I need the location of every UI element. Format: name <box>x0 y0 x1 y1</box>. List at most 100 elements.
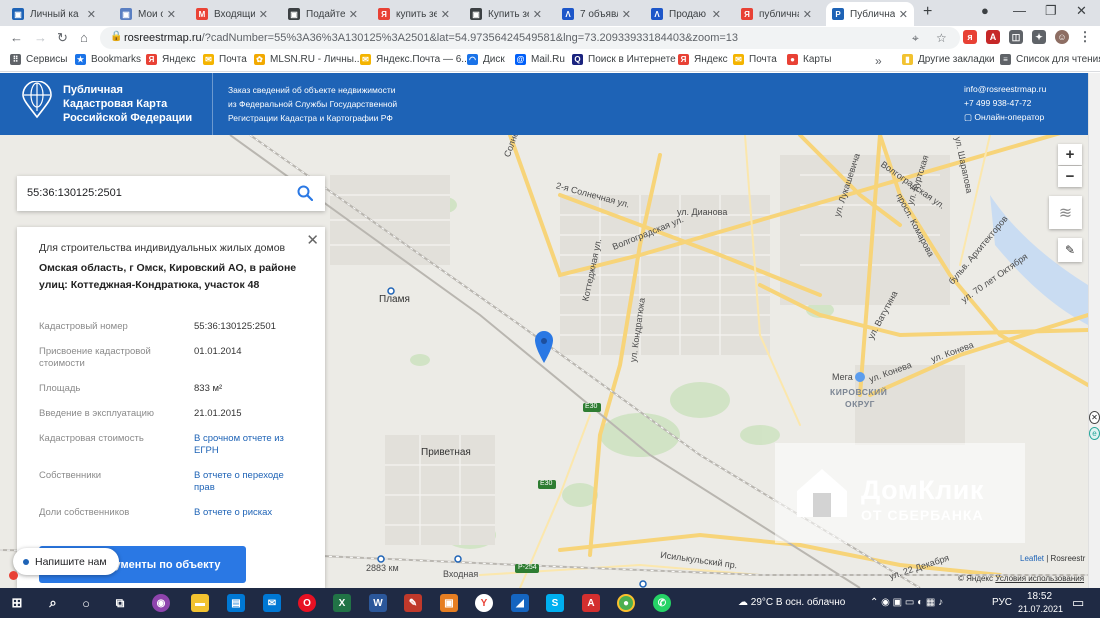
tab-close-icon[interactable]: ✕ <box>533 8 542 21</box>
bookmarks-overflow-icon[interactable]: » <box>875 54 882 68</box>
tray-icons[interactable]: ⌃ ◉ ▣ ▭ ◐ ▦ ♪ <box>870 597 943 608</box>
chat-button[interactable]: Напишите нам <box>13 548 119 575</box>
reload-icon[interactable]: ↻ <box>57 30 68 46</box>
chrome-icon[interactable]: ● <box>617 594 635 612</box>
tab-close-icon[interactable]: ✕ <box>349 8 358 21</box>
browser-tab[interactable]: ▣ Подайте об ✕ <box>282 2 364 26</box>
tab-close-icon[interactable]: ✕ <box>441 8 450 21</box>
browser-tab[interactable]: ▣ Купить зем ✕ <box>464 2 548 26</box>
widget-icon[interactable]: e <box>1089 427 1100 440</box>
phone-link[interactable]: +7 499 938-47-72 <box>964 96 1046 110</box>
ruler-icon[interactable]: ✎ <box>1058 238 1082 262</box>
app-icon[interactable]: ▣ <box>440 594 458 612</box>
avatar[interactable]: ☺ <box>1055 30 1069 44</box>
cortana-icon[interactable]: ○ <box>77 594 95 612</box>
profile-menu-icon[interactable]: ● <box>981 3 989 18</box>
browser-tab[interactable]: M Входящие ✕ <box>190 2 274 26</box>
app-icon[interactable]: ✎ <box>404 594 422 612</box>
cadastral-value-link[interactable]: В срочном отчете из ЕГРН <box>194 433 289 457</box>
bookmark-item[interactable]: Q Поиск в Интернете <box>572 54 676 65</box>
maximize-button[interactable]: ❐ <box>1045 3 1057 19</box>
opera-icon[interactable]: O <box>298 594 316 612</box>
email-link[interactable]: info@rosreestrmap.ru <box>964 82 1046 96</box>
tab-close-icon[interactable]: ✕ <box>259 8 268 21</box>
online-operator-link[interactable]: ▢ Онлайн-оператор <box>964 110 1046 124</box>
notifications-icon[interactable]: ▭ <box>1072 595 1084 611</box>
clock-date[interactable]: 21.07.2021 <box>1018 604 1063 614</box>
owner-shares-link[interactable]: В отчете о рисках <box>194 507 314 519</box>
search-icon[interactable]: ⌕ <box>44 594 62 612</box>
bookmark-star-icon[interactable]: ☆ <box>936 31 947 45</box>
word-icon[interactable]: W <box>369 594 387 612</box>
weather-widget[interactable]: ☁ 29°C В осн. облачно <box>738 597 845 608</box>
browser-tab[interactable]: Якупить зем ✕ <box>372 2 456 26</box>
browser-tab[interactable]: Λ Продаю уч ✕ <box>645 2 727 26</box>
browser-tab[interactable]: ▣ Мои объек ✕ <box>114 2 182 26</box>
clock-time[interactable]: 18:52 <box>1027 591 1052 602</box>
file-explorer-icon[interactable]: ▬ <box>191 594 209 612</box>
windows-start-icon[interactable]: ⊞ <box>8 594 26 612</box>
bookmark-item[interactable]: Я Яндекс <box>678 54 728 65</box>
store-icon[interactable]: ▤ <box>227 594 245 612</box>
layers-icon[interactable]: ≋ <box>1049 196 1082 229</box>
browser-tab[interactable]: Λ 7 объявлен ✕ <box>556 2 637 26</box>
close-widget-icon[interactable]: ✕ <box>1089 411 1100 424</box>
tab-close-icon[interactable]: ✕ <box>712 8 721 21</box>
yandex-browser-icon[interactable]: Y <box>475 594 493 612</box>
extensions-puzzle-icon[interactable]: ✦ <box>1032 30 1046 44</box>
back-icon[interactable]: ← <box>10 30 23 45</box>
close-icon[interactable]: ✕ <box>306 231 319 249</box>
forward-icon[interactable]: → <box>34 30 47 45</box>
bookmark-item[interactable]: Я Яндекс <box>146 54 196 65</box>
pdf-extension-icon[interactable]: A <box>986 30 1000 44</box>
bookmark-item[interactable]: ◠ Диск <box>467 54 505 65</box>
bookmark-item[interactable]: ✉ Яндекс.Почта — 6... <box>360 54 470 65</box>
new-tab-button[interactable]: + <box>923 3 932 21</box>
minimize-button[interactable]: — <box>1013 3 1026 18</box>
url-text[interactable]: rosreestrmap.ru/?cadNumber=55%3A36%3A130… <box>124 32 738 44</box>
zoom-out-button[interactable]: − <box>1058 166 1082 187</box>
tab-close-icon[interactable]: ✕ <box>87 8 96 21</box>
globe-logo-icon[interactable] <box>22 81 52 119</box>
owners-link[interactable]: В отчете о переходе прав <box>194 470 289 494</box>
bookmark-item[interactable]: ✉ Почта <box>733 54 777 65</box>
app-icon[interactable]: ◢ <box>511 594 529 612</box>
language-indicator[interactable]: РУС <box>992 597 1012 608</box>
app-icon[interactable]: ◉ <box>152 594 170 612</box>
task-view-icon[interactable]: ⧉ <box>111 594 129 612</box>
acrobat-icon[interactable]: A <box>582 594 600 612</box>
whatsapp-icon[interactable]: ✆ <box>653 594 671 612</box>
tab-close-icon[interactable]: ✕ <box>803 8 812 21</box>
extension-icon[interactable]: ◫ <box>1009 30 1023 44</box>
bookmark-item[interactable]: ✉ Почта <box>203 54 247 65</box>
tab-close-icon[interactable]: ✕ <box>622 8 631 21</box>
bookmark-item[interactable]: ✿ MLSN.RU - Личны... <box>254 54 362 65</box>
yandex-extension-icon[interactable]: я <box>963 30 977 44</box>
home-icon[interactable]: ⌂ <box>80 30 88 45</box>
other-bookmarks[interactable]: ▮ Другие закладки <box>902 54 995 65</box>
terms-link[interactable]: Условия использования <box>995 574 1084 583</box>
tab-close-icon[interactable]: ✕ <box>899 8 908 21</box>
excel-icon[interactable]: X <box>333 594 351 612</box>
bookmark-item[interactable]: ⠿ Сервисы <box>10 54 67 65</box>
location-icon[interactable]: ⌖ <box>912 31 919 46</box>
leaflet-link[interactable]: Leaflet <box>1020 554 1044 563</box>
bookmark-item[interactable]: ● Карты <box>787 54 832 65</box>
browser-tab[interactable]: ▣ Личный ка ✕ <box>6 2 102 26</box>
bookmark-item[interactable]: ★ Bookmarks <box>75 54 141 65</box>
mail-icon[interactable]: ✉ <box>263 594 281 612</box>
browser-tab[interactable]: P Публичная ✕ <box>826 2 914 26</box>
browser-menu-icon[interactable]: ⋮ <box>1078 29 1092 44</box>
skype-icon[interactable]: S <box>546 594 564 612</box>
reading-list[interactable]: ≡ Список для чтения <box>1000 54 1100 65</box>
search-icon[interactable] <box>297 185 313 201</box>
browser-tab[interactable]: Япубличная ✕ <box>735 2 818 26</box>
search-input[interactable]: 55:36:130125:2501 <box>27 187 122 199</box>
tab-close-icon[interactable]: ✕ <box>167 8 176 21</box>
site-title[interactable]: Публичная Кадастровая Карта Российской Ф… <box>63 83 203 125</box>
lock-icon[interactable]: 🔒 <box>110 31 122 42</box>
page-scrollbar[interactable]: ✕ e <box>1088 73 1100 588</box>
close-window-button[interactable]: ✕ <box>1076 3 1087 19</box>
bookmark-item[interactable]: @ Mail.Ru <box>515 54 565 65</box>
zoom-in-button[interactable]: + <box>1058 144 1082 165</box>
